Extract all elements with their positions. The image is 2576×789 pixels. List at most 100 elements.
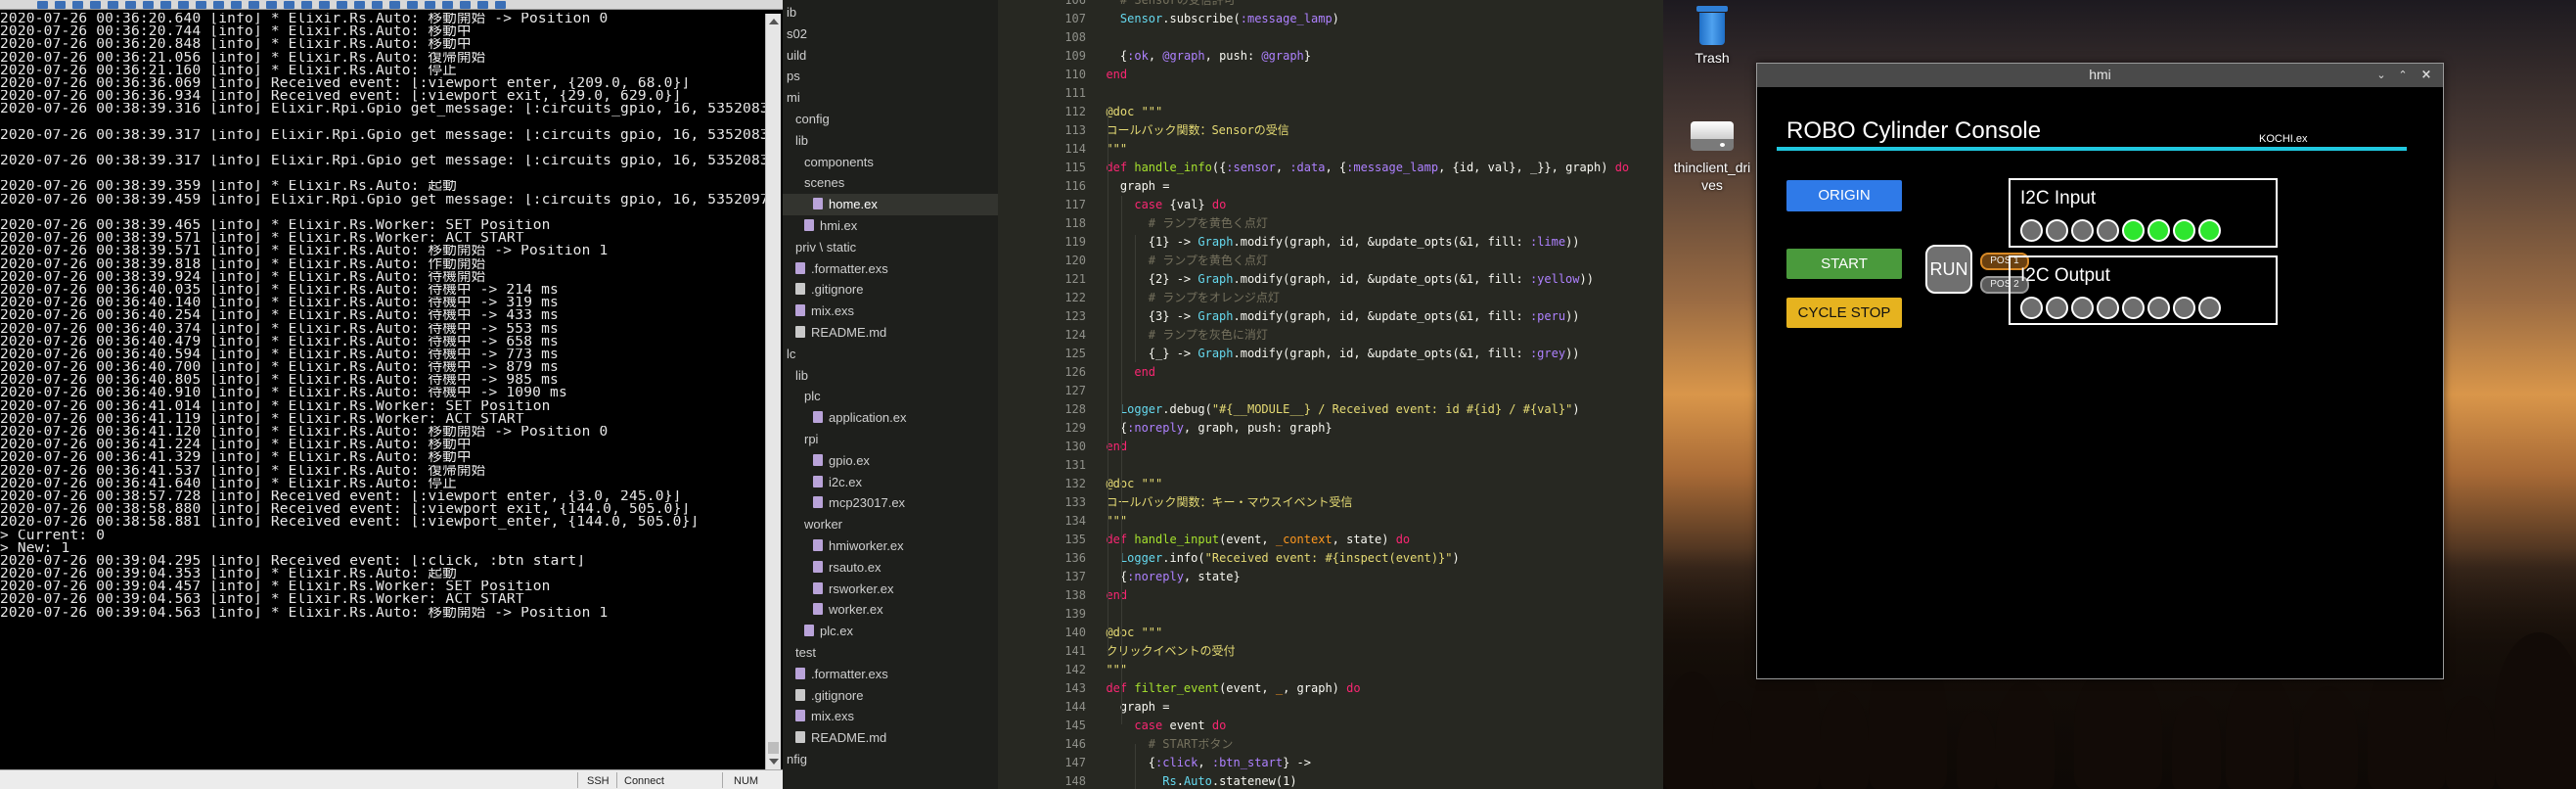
code-line[interactable]: Logger.debug("#{__MODULE__} / Received e…	[1092, 400, 1580, 419]
close-icon[interactable]: ×	[2418, 68, 2434, 83]
tree-file[interactable]: rsworker.ex	[813, 579, 893, 600]
tree-folder[interactable]: test	[795, 642, 816, 664]
code-line[interactable]: Logger.info("Received event: #{inspect(e…	[1092, 549, 1460, 568]
code-line[interactable]: コールバック関数：Sensorの受信	[1092, 121, 1288, 140]
tree-file[interactable]: i2c.ex	[813, 472, 862, 493]
desktop-icon-thinclient-drives[interactable]: thinclient_drives	[1668, 116, 1756, 194]
tree-file[interactable]: worker.ex	[813, 599, 883, 621]
code-line[interactable]: # ランプを黄色く点灯	[1092, 252, 1268, 270]
code-line[interactable]: @doc """	[1092, 624, 1162, 642]
code-line[interactable]: # ランプを灰色に消灯	[1092, 326, 1268, 345]
toolbar-icon[interactable]	[442, 1, 453, 9]
code-line[interactable]: case event do	[1092, 717, 1226, 735]
desktop-icon-trash[interactable]: Trash	[1668, 6, 1756, 67]
toolbar-icon[interactable]	[266, 1, 277, 9]
toolbar-icon[interactable]	[55, 1, 66, 9]
tree-folder[interactable]: worker	[804, 514, 842, 535]
tree-file[interactable]: .gitignore	[795, 685, 863, 707]
tree-folder[interactable]: rpi	[804, 429, 818, 450]
code-line[interactable]: Sensor.subscribe(:message_lamp)	[1092, 10, 1339, 28]
code-line[interactable]: # ランプをオレンジ点灯	[1092, 289, 1280, 307]
code-line[interactable]: @doc """	[1092, 103, 1162, 121]
tree-folder[interactable]: scenes	[804, 172, 844, 194]
code-line[interactable]: Rs.Auto.statenew(1)	[1092, 772, 1296, 789]
code-line[interactable]: {1} -> Graph.modify(graph, id, &update_o…	[1092, 233, 1580, 252]
code-line[interactable]: @doc """	[1092, 475, 1162, 493]
toolbar-icon[interactable]	[160, 1, 171, 9]
tree-folder[interactable]: config	[795, 109, 830, 130]
toolbar-icon[interactable]	[249, 1, 259, 9]
toolbar-icon[interactable]	[108, 1, 118, 9]
code-line[interactable]: {_} -> Graph.modify(graph, id, &update_o…	[1092, 345, 1580, 363]
maximize-icon[interactable]: ⌃	[2395, 68, 2411, 83]
toolbar-icon[interactable]	[495, 1, 506, 9]
tree-file[interactable]: gpio.ex	[813, 450, 870, 472]
tree-file[interactable]: rsauto.ex	[813, 557, 881, 579]
toolbar-icon[interactable]	[354, 1, 365, 9]
hmi-window[interactable]: hmi ⌄ ⌃ × ROBO Cylinder Console KOCHI.ex…	[1756, 63, 2444, 679]
code-line[interactable]: end	[1092, 66, 1127, 84]
tree-folder[interactable]: lib	[795, 130, 808, 152]
code-line[interactable]: case {val} do	[1092, 196, 1226, 214]
toolbar-icon[interactable]	[425, 1, 435, 9]
toolbar-icon[interactable]	[372, 1, 383, 9]
tree-file[interactable]: .gitignore	[795, 279, 863, 301]
code-line[interactable]: def filter_event(event, _, graph) do	[1092, 679, 1360, 698]
toolbar-icon[interactable]	[389, 1, 400, 9]
terminal-output[interactable]: 2020-07-26 00:36:20.640 [info] * Elixir.…	[0, 13, 765, 620]
tree-file[interactable]: mcp23017.ex	[813, 492, 905, 514]
code-line[interactable]: {:noreply, state}	[1092, 568, 1241, 586]
tree-folder[interactable]: plc	[804, 386, 821, 407]
toolbar-icon[interactable]	[178, 1, 189, 9]
terminal-window[interactable]: 2020-07-26 00:36:20.640 [info] * Elixir.…	[0, 0, 783, 789]
tree-folder[interactable]: priv \ static	[795, 237, 856, 258]
toolbar-icon[interactable]	[460, 1, 471, 9]
code-line[interactable]: コールバック関数：キー・マウスイベント受信	[1092, 493, 1352, 512]
toolbar-icon[interactable]	[319, 1, 330, 9]
tree-folder[interactable]: s02	[787, 23, 807, 45]
tree-file[interactable]: README.md	[795, 727, 886, 749]
toolbar-icon[interactable]	[477, 1, 488, 9]
tree-file[interactable]: plc.ex	[804, 621, 853, 642]
tree-file[interactable]: hmi.ex	[804, 215, 857, 237]
tree-folder[interactable]: ps	[787, 66, 800, 87]
scroll-thumb[interactable]	[768, 742, 779, 754]
tree-file[interactable]: README.md	[795, 322, 886, 344]
toolbar-icon[interactable]	[284, 1, 294, 9]
tree-folder[interactable]: components	[804, 152, 874, 173]
tree-file[interactable]: home.ex	[813, 194, 878, 215]
scroll-up-icon[interactable]	[769, 19, 779, 24]
tree-folder[interactable]: ib	[787, 2, 796, 23]
origin-button[interactable]: ORIGIN	[1786, 180, 1902, 211]
code-editor[interactable]: 106 # Sensorの受信許可 107 Sensor.subscribe(:m…	[998, 0, 1663, 789]
start-button[interactable]: START	[1786, 249, 1902, 279]
tree-folder[interactable]: uild	[787, 45, 806, 67]
code-line[interactable]: # ランプを黄色く点灯	[1092, 214, 1268, 233]
chevron-down-icon[interactable]: ⌄	[2373, 68, 2389, 83]
tree-file[interactable]: hmiworker.ex	[813, 535, 904, 557]
tree-file[interactable]: application.ex	[813, 407, 907, 429]
tree-folder[interactable]: lib	[795, 365, 808, 387]
cycle-stop-button[interactable]: CYCLE STOP	[1786, 298, 1902, 328]
tree-folder[interactable]: nfig	[787, 749, 807, 770]
toolbar-icon[interactable]	[37, 1, 48, 9]
toolbar-icon[interactable]	[143, 1, 154, 9]
tree-file[interactable]: .formatter.exs	[795, 664, 888, 685]
toolbar-icon[interactable]	[213, 1, 224, 9]
toolbar-icon[interactable]	[407, 1, 418, 9]
toolbar-icon[interactable]	[125, 1, 136, 9]
toolbar-icon[interactable]	[301, 1, 312, 9]
toolbar-icon[interactable]	[90, 1, 101, 9]
toolbar-icon[interactable]	[72, 1, 83, 9]
code-line[interactable]: # STARTボタン	[1092, 735, 1234, 754]
code-line[interactable]: """	[1092, 140, 1127, 159]
window-titlebar[interactable]: hmi ⌄ ⌃ ×	[1757, 64, 2443, 87]
toolbar-icon[interactable]	[196, 1, 206, 9]
code-line[interactable]: {2} -> Graph.modify(graph, id, &update_o…	[1092, 270, 1594, 289]
code-line[interactable]: graph =	[1092, 177, 1170, 196]
scroll-down-icon[interactable]	[769, 759, 779, 765]
tree-folder[interactable]: mi	[787, 87, 800, 109]
code-line[interactable]: # Sensorの受信許可	[1092, 0, 1236, 10]
code-line[interactable]: {:ok, @graph, push: @graph}	[1092, 47, 1311, 66]
code-line[interactable]: end	[1092, 363, 1155, 382]
